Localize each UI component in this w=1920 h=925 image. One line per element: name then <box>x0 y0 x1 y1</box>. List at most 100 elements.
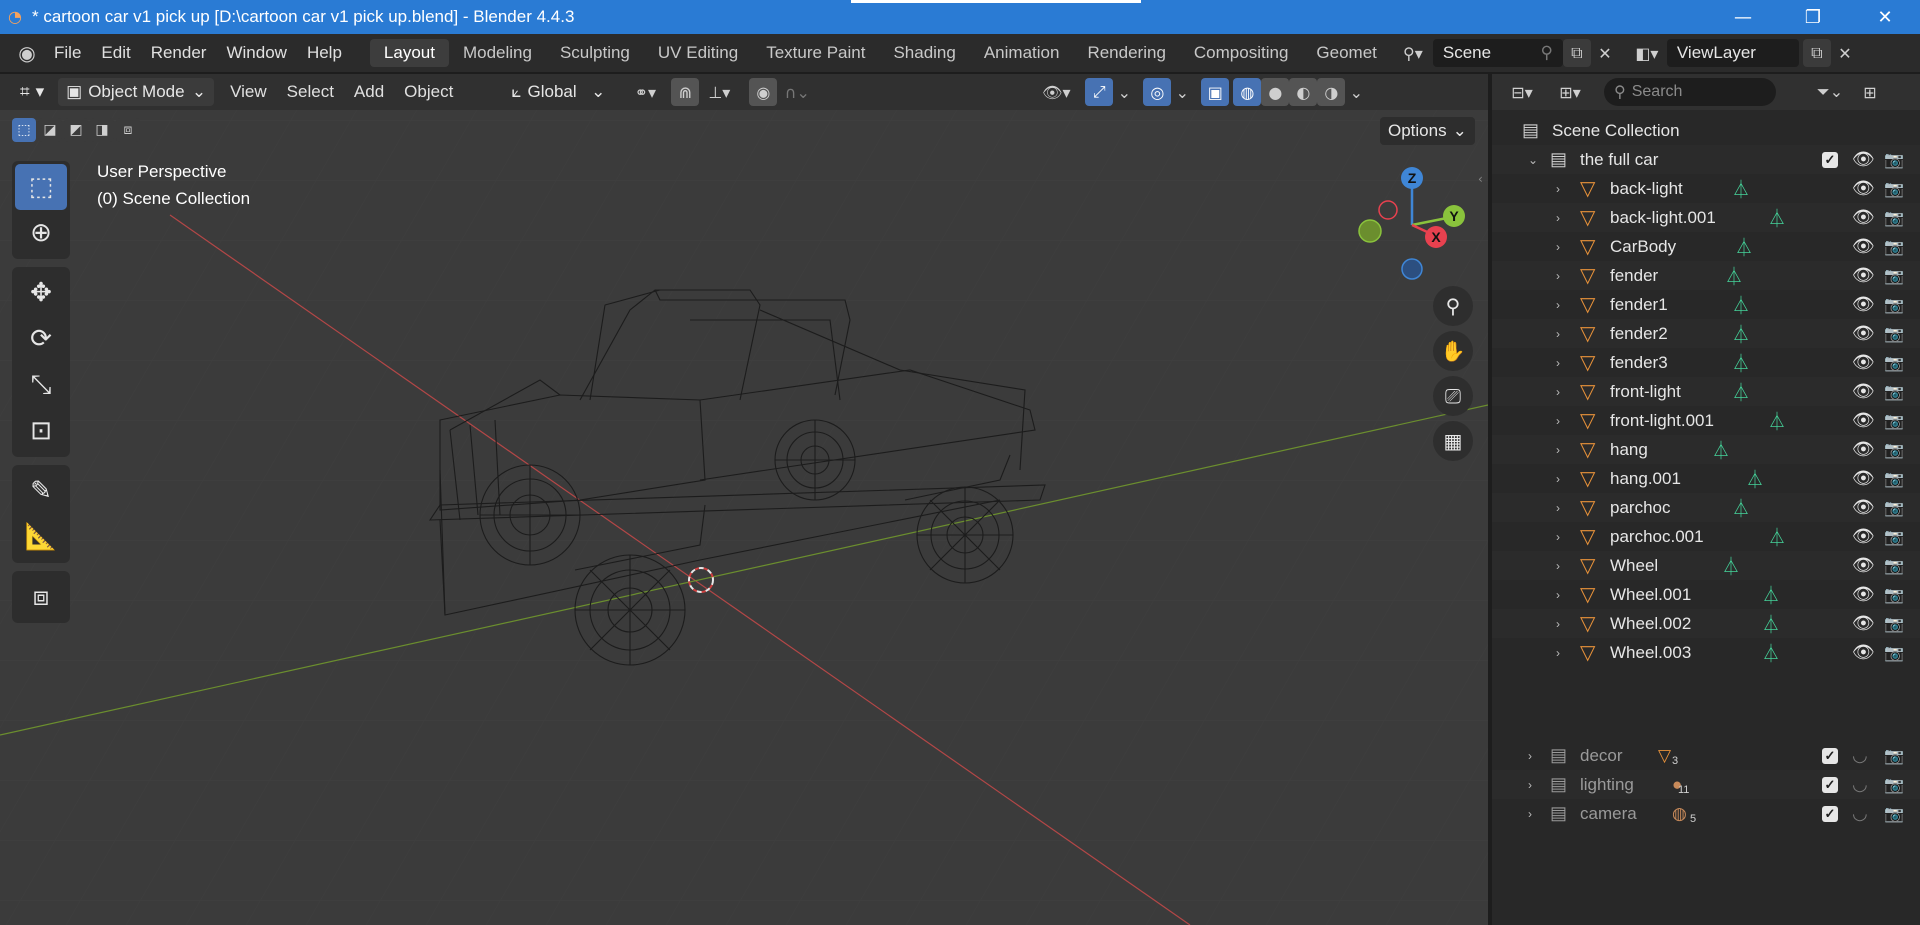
viewlayer-selector-icon[interactable]: ◧▾ <box>1627 39 1667 67</box>
eye-icon[interactable]: 👁 <box>1852 526 1875 547</box>
mesh-data-icon[interactable]: ⏃ <box>1746 466 1764 492</box>
camera-render-icon[interactable]: 📷 <box>1884 411 1904 431</box>
tab-layout[interactable]: Layout <box>369 39 449 67</box>
outliner-row-camera[interactable]: › ▤ camera ◍ 5 ✓ ◡ 📷 <box>1492 799 1920 828</box>
rendered-shading-icon[interactable]: ◑ <box>1317 78 1346 106</box>
outliner-object-row[interactable]: › ▽ front-light ⏃ 👁 📷 <box>1492 377 1920 406</box>
delete-viewlayer-icon[interactable]: ✕ <box>1831 39 1859 67</box>
viewlayer-field[interactable]: ViewLayer <box>1666 39 1799 67</box>
select-extend-icon[interactable]: ◪ <box>38 118 62 142</box>
chevron-right-icon[interactable]: › <box>1556 617 1560 631</box>
mesh-data-icon[interactable]: ⏃ <box>1762 640 1780 666</box>
mesh-data-icon[interactable]: ⏃ <box>1732 292 1750 318</box>
select-intersect-icon[interactable]: ⧈ <box>116 118 140 142</box>
tab-uv-editing[interactable]: UV Editing <box>644 39 752 67</box>
outliner-editor-type-icon[interactable]: ⊟▾ <box>1502 78 1542 106</box>
camera-render-icon[interactable]: 📷 <box>1884 266 1904 286</box>
eye-icon[interactable]: 👁 <box>1852 439 1875 460</box>
menu-object[interactable]: Object <box>394 82 463 102</box>
eye-icon[interactable]: 👁 <box>1852 497 1875 518</box>
scene-field[interactable]: Scene ⚲ <box>1432 39 1563 67</box>
chevron-right-icon[interactable]: › <box>1556 240 1560 254</box>
restore-button[interactable]: ❐ <box>1784 0 1842 34</box>
chevron-right-icon[interactable]: › <box>1556 646 1560 660</box>
zoom-icon[interactable]: ⚲ <box>1433 286 1473 326</box>
chevron-right-icon[interactable]: › <box>1528 778 1532 792</box>
mesh-data-icon[interactable]: ⏃ <box>1712 437 1730 463</box>
mesh-data-icon[interactable]: ⏃ <box>1762 582 1780 608</box>
camera-render-icon[interactable]: 📷 <box>1884 353 1904 373</box>
options-dropdown[interactable]: Options ⌄ <box>1380 117 1475 145</box>
cursor-tool-icon[interactable]: ⊕ <box>15 210 67 256</box>
camera-render-icon[interactable]: 📷 <box>1884 208 1904 228</box>
eye-icon[interactable]: 👁 <box>1852 555 1875 576</box>
outliner-object-row[interactable]: › ▽ fender2 ⏃ 👁 📷 <box>1492 319 1920 348</box>
display-mode-icon[interactable]: ⊞▾ <box>1548 78 1592 106</box>
pin-icon[interactable]: ⚲ <box>1540 39 1552 67</box>
annotate-tool-icon[interactable]: ✎ <box>15 468 67 514</box>
mesh-data-icon[interactable]: ⏃ <box>1725 263 1743 289</box>
mesh-data-icon[interactable]: ⏃ <box>1732 176 1750 202</box>
minimize-button[interactable]: — <box>1714 0 1772 34</box>
eye-icon[interactable]: 👁 <box>1852 149 1875 170</box>
gizmo-negative-y[interactable] <box>1358 219 1382 243</box>
chevron-right-icon[interactable]: › <box>1556 327 1560 341</box>
exclude-checkbox[interactable]: ✓ <box>1822 747 1838 764</box>
chevron-right-icon[interactable]: › <box>1556 501 1560 515</box>
eye-icon[interactable]: 👁 <box>1852 207 1875 228</box>
outliner-row-scene-collection[interactable]: ▤ Scene Collection <box>1492 116 1920 145</box>
eye-icon[interactable]: 👁 <box>1852 410 1875 431</box>
menu-select[interactable]: Select <box>277 82 344 102</box>
outliner-object-row[interactable]: › ▽ Wheel.002 ⏃ 👁 📷 <box>1492 609 1920 638</box>
solid-shading-icon[interactable]: ● <box>1261 78 1290 106</box>
outliner-object-row[interactable]: › ▽ fender ⏃ 👁 📷 <box>1492 261 1920 290</box>
camera-render-icon[interactable]: 📷 <box>1884 237 1904 257</box>
select-new-icon[interactable]: ⬚ <box>12 118 36 142</box>
tab-shading[interactable]: Shading <box>879 39 969 67</box>
editor-type-dropdown[interactable]: ⌗ ▾ <box>12 78 52 106</box>
rotate-tool-icon[interactable]: ⟳ <box>15 316 67 362</box>
chevron-right-icon[interactable]: › <box>1556 211 1560 225</box>
chevron-down-icon[interactable]: ⌄ <box>1528 153 1538 167</box>
select-box-tool-icon[interactable]: ⬚ <box>15 164 67 210</box>
visibility-icon[interactable]: 👁▾ <box>1035 78 1077 106</box>
tab-geometry-nodes[interactable]: Geomet <box>1302 39 1382 67</box>
eye-closed-icon[interactable]: ◡ <box>1852 803 1868 824</box>
outliner-object-row[interactable]: › ▽ parchoc ⏃ 👁 📷 <box>1492 493 1920 522</box>
mode-dropdown[interactable]: ▣ Object Mode ⌄ <box>58 78 215 106</box>
overlays-toggle-icon[interactable]: ◎ <box>1143 78 1172 106</box>
camera-render-icon[interactable]: 📷 <box>1884 295 1904 315</box>
add-cube-tool-icon[interactable]: ⧈ <box>15 574 67 620</box>
menu-render[interactable]: Render <box>141 38 217 68</box>
chevron-right-icon[interactable]: › <box>1528 749 1532 763</box>
tab-animation[interactable]: Animation <box>970 39 1074 67</box>
outliner-object-row[interactable]: › ▽ hang ⏃ 👁 📷 <box>1492 435 1920 464</box>
chevron-right-icon[interactable]: › <box>1556 269 1560 283</box>
transform-tool-icon[interactable]: ⊡ <box>15 408 67 454</box>
eye-icon[interactable]: 👁 <box>1852 294 1875 315</box>
chevron-right-icon[interactable]: › <box>1528 807 1532 821</box>
select-invert-icon[interactable]: ◨ <box>90 118 114 142</box>
chevron-right-icon[interactable]: › <box>1556 385 1560 399</box>
gizmo-negative-z[interactable] <box>1401 258 1423 280</box>
eye-icon[interactable]: 👁 <box>1852 381 1875 402</box>
delete-scene-icon[interactable]: ✕ <box>1591 39 1619 67</box>
pivot-point-icon[interactable]: ⚭▾ <box>625 78 665 106</box>
outliner-object-row[interactable]: › ▽ back-light.001 ⏃ 👁 📷 <box>1492 203 1920 232</box>
eye-icon[interactable]: 👁 <box>1852 323 1875 344</box>
close-button[interactable]: ✕ <box>1856 0 1914 34</box>
mesh-data-icon[interactable]: ⏃ <box>1732 321 1750 347</box>
camera-render-icon[interactable]: 📷 <box>1884 324 1904 344</box>
mesh-data-icon[interactable]: ⏃ <box>1722 553 1740 579</box>
camera-render-icon[interactable]: 📷 <box>1884 775 1904 795</box>
gizmo-toggle-icon[interactable]: ⤢ <box>1085 78 1114 106</box>
scale-tool-icon[interactable]: ⤡ <box>15 362 67 408</box>
exclude-checkbox[interactable]: ✓ <box>1822 151 1838 168</box>
mesh-data-icon[interactable]: ⏃ <box>1732 350 1750 376</box>
mesh-data-icon[interactable]: ⏃ <box>1762 611 1780 637</box>
menu-edit[interactable]: Edit <box>91 38 140 68</box>
outliner-object-row[interactable]: › ▽ front-light.001 ⏃ 👁 📷 <box>1492 406 1920 435</box>
tab-sculpting[interactable]: Sculpting <box>546 39 644 67</box>
outliner-object-row[interactable]: › ▽ Wheel.003 ⏃ 👁 📷 <box>1492 638 1920 667</box>
scene-selector-icon[interactable]: ⚲▾ <box>1393 39 1433 67</box>
